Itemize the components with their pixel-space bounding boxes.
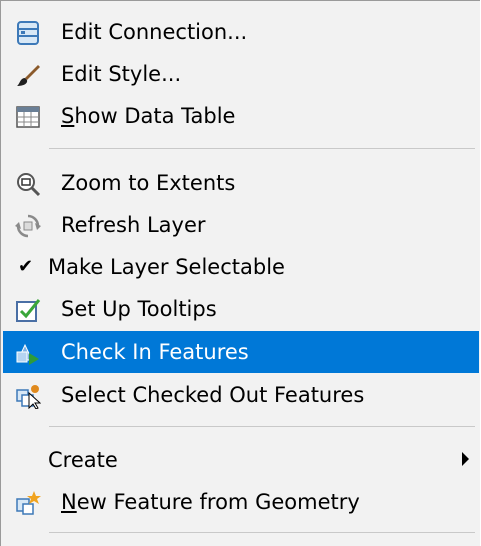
menu-item-make-layer-selectable[interactable]: ✔ Make Layer Selectable: [3, 246, 479, 288]
menu-item-label: Refresh Layer: [61, 213, 206, 237]
menu-item-label: Make Layer Selectable: [48, 255, 285, 279]
menu-separator: [49, 426, 475, 427]
label-rest: ew Feature from Geometry: [76, 490, 360, 514]
zoom-extents-icon: [17, 173, 41, 197]
menu-item-label: Edit Style...: [61, 62, 182, 86]
menu-item-zoom-to-extents[interactable]: Zoom to Extents: [3, 162, 479, 204]
new-feature-icon: [16, 491, 41, 515]
menu-item-label: New Feature from Geometry: [61, 490, 360, 514]
menu-separator: [49, 532, 475, 533]
menu-item-create[interactable]: Create: [3, 439, 479, 481]
menu-item-edit-style[interactable]: Edit Style...: [3, 53, 479, 95]
context-menu: Edit Connection... Edit Style... Show Da…: [0, 0, 480, 546]
menu-separator: [49, 148, 475, 149]
menu-item-check-in-features[interactable]: Check In Features: [3, 331, 479, 373]
menu-item-edit-connection[interactable]: Edit Connection...: [3, 11, 479, 53]
select-checked-out-icon: [16, 385, 41, 409]
menu-item-label: Create: [48, 448, 118, 472]
paintbrush-icon: [17, 65, 40, 86]
menu-item-show-data-table[interactable]: Show Data Table: [3, 95, 479, 137]
menu-item-label: Select Checked Out Features: [61, 383, 365, 407]
checkmark-icon: ✔: [18, 256, 34, 277]
menu-item-label: Zoom to Extents: [61, 171, 236, 195]
label-rest: how Data Table: [74, 104, 236, 128]
menu-item-label: Edit Connection...: [61, 20, 248, 44]
menu-item-label: Set Up Tooltips: [61, 297, 217, 321]
mnemonic-letter: S: [61, 104, 75, 128]
menu-item-label: Show Data Table: [61, 104, 235, 128]
data-table-icon: [16, 106, 40, 128]
menu-item-select-checked-out-features[interactable]: Select Checked Out Features: [3, 374, 479, 416]
database-connection-icon: [17, 21, 39, 45]
tooltip-checkbox-icon: [16, 299, 41, 322]
submenu-arrow-icon: [462, 452, 469, 466]
menu-item-new-feature-from-geometry[interactable]: New Feature from Geometry: [3, 481, 479, 523]
refresh-icon: [15, 214, 41, 238]
menu-item-label: Check In Features: [61, 340, 249, 364]
menu-item-set-up-tooltips[interactable]: Set Up Tooltips: [3, 288, 479, 330]
mnemonic-letter: N: [61, 490, 77, 514]
check-in-features-icon: [16, 343, 39, 365]
menu-item-refresh-layer[interactable]: Refresh Layer: [3, 204, 479, 246]
